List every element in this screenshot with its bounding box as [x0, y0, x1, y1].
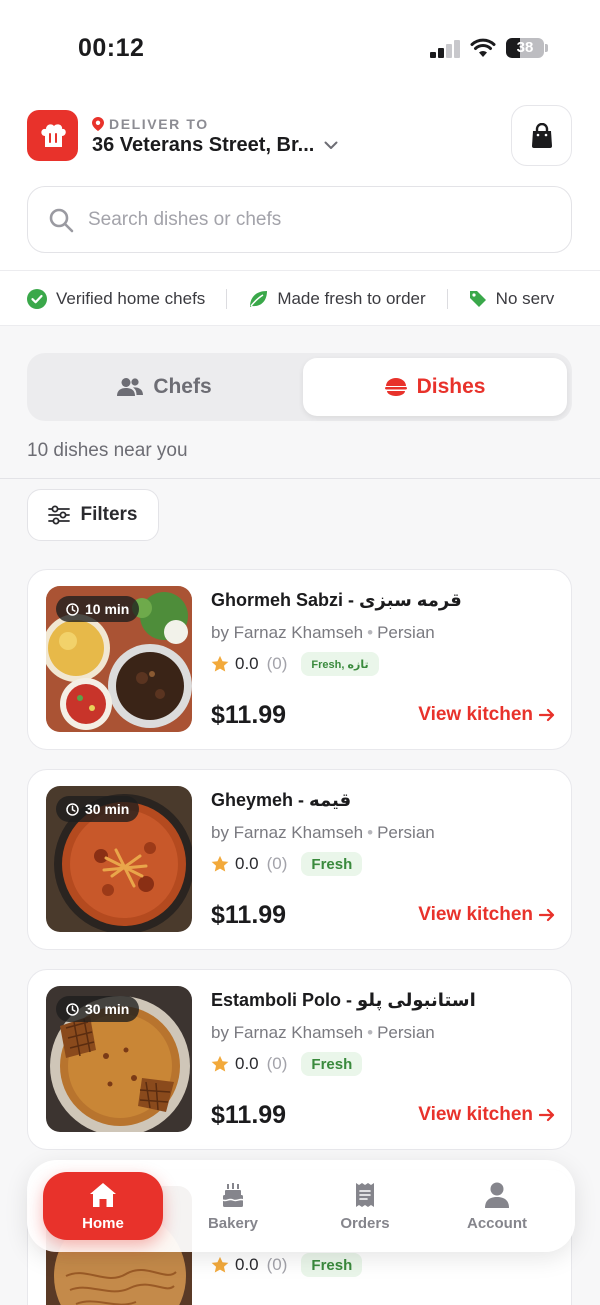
- clock-icon: [66, 602, 79, 616]
- nav-home[interactable]: Home: [43, 1172, 163, 1240]
- location-pin-icon: [92, 117, 104, 131]
- rating-value: 0.0: [235, 654, 259, 673]
- trust-badge-fresh: Made fresh to order: [248, 289, 426, 309]
- dish-name: Ghormeh Sabzi - قرمه سبزی: [211, 590, 462, 610]
- delivery-address: 36 Veterans Street, Br...: [92, 134, 315, 156]
- prep-time-badge: 30 min: [56, 996, 140, 1022]
- review-count: (0): [266, 854, 288, 873]
- bottom-navigation: Home Bakery Orders Account: [27, 1160, 575, 1252]
- chef-name: by Farnaz Khamseh: [211, 1023, 364, 1042]
- rating-row: 0.0 (0) Fresh, تازه: [211, 652, 379, 676]
- dish-card[interactable]: 30 min Estamboli Polo - استانبولی پلو by…: [27, 969, 572, 1150]
- rating-value: 0.0: [235, 1054, 259, 1073]
- cuisine: Persian: [377, 623, 435, 642]
- check-circle-icon: [27, 289, 47, 309]
- app-logo: [27, 110, 78, 161]
- cellular-signal-icon: [430, 40, 462, 58]
- leaf-icon: [250, 291, 268, 307]
- clock-icon: [66, 1002, 79, 1016]
- nav-bakery[interactable]: Bakery: [173, 1172, 293, 1240]
- star-icon: [211, 1256, 229, 1273]
- battery-level: 38: [516, 39, 534, 56]
- tab-dishes[interactable]: Dishes: [303, 358, 567, 416]
- person-icon: [485, 1182, 509, 1208]
- dish-price: $11.99: [211, 701, 287, 729]
- dish-price: $11.99: [211, 901, 287, 929]
- battery-icon: 38: [506, 38, 544, 58]
- fresh-badge: Fresh: [301, 1253, 363, 1277]
- nav-account[interactable]: Account: [437, 1172, 557, 1240]
- arrow-right-icon: [539, 1108, 555, 1122]
- dish-photo-estamboli-polo: 30 min: [46, 986, 192, 1132]
- star-icon: [211, 1055, 229, 1072]
- trust-badge-no-service-fee: No serv: [469, 289, 554, 309]
- home-icon: [90, 1182, 116, 1207]
- rating-value: 0.0: [235, 1255, 259, 1274]
- search-bar[interactable]: [27, 186, 572, 253]
- fresh-badge: Fresh: [301, 852, 363, 876]
- rating-row: 0.0 (0) Fresh: [211, 852, 363, 876]
- trust-badges-strip[interactable]: Verified home chefs Made fresh to order …: [0, 270, 600, 326]
- prep-time-badge: 30 min: [56, 796, 140, 822]
- prep-time-badge: 10 min: [56, 596, 140, 622]
- wifi-icon: [470, 38, 496, 57]
- cake-icon: [222, 1182, 244, 1207]
- star-icon: [211, 855, 229, 872]
- app-header: DELIVER TO 36 Veterans Street, Br...: [0, 96, 600, 270]
- cuisine: Persian: [377, 1023, 435, 1042]
- cuisine: Persian: [377, 823, 435, 842]
- filters-button[interactable]: Filters: [27, 489, 159, 541]
- nav-orders[interactable]: Orders: [305, 1172, 425, 1240]
- tab-chefs[interactable]: Chefs: [32, 358, 297, 416]
- deliver-to-label: DELIVER TO: [92, 116, 209, 132]
- dish-meta: by Farnaz Khamseh • Persian: [211, 823, 435, 842]
- delivery-address-selector[interactable]: 36 Veterans Street, Br...: [92, 134, 338, 157]
- receipt-icon: [356, 1182, 374, 1207]
- fresh-badge: Fresh, تازه: [301, 652, 379, 676]
- fresh-badge: Fresh: [301, 1052, 363, 1076]
- chefs-dishes-toggle: Chefs Dishes: [27, 353, 572, 421]
- dish-photo-gheymeh: 30 min: [46, 786, 192, 932]
- chef-name: by Farnaz Khamseh: [211, 823, 364, 842]
- star-icon: [211, 655, 229, 672]
- dish-name: Gheymeh - قیمه: [211, 790, 352, 810]
- cart-button[interactable]: [511, 105, 572, 166]
- dish-meta: by Farnaz Khamseh • Persian: [211, 1023, 435, 1042]
- dish-icon: [384, 378, 407, 396]
- clock-icon: [66, 802, 79, 816]
- rating-value: 0.0: [235, 854, 259, 873]
- review-count: (0): [266, 1054, 288, 1073]
- trust-badge-verified: Verified home chefs: [27, 289, 205, 309]
- shopping-bag-icon: [531, 122, 552, 148]
- dish-meta: by Farnaz Khamseh • Persian: [211, 623, 435, 642]
- view-kitchen-link[interactable]: View kitchen: [418, 904, 555, 926]
- people-icon: [117, 378, 144, 396]
- sliders-icon: [48, 505, 71, 525]
- chef-hat-icon: [40, 123, 66, 147]
- search-icon: [49, 208, 74, 232]
- search-input[interactable]: [88, 208, 528, 231]
- review-count: (0): [266, 654, 288, 673]
- dish-photo-ghormeh-sabzi: 10 min: [46, 586, 192, 732]
- dish-price: $11.99: [211, 1101, 287, 1129]
- dish-name: Estamboli Polo - استانبولی پلو: [211, 990, 476, 1010]
- status-time: 00:12: [78, 34, 145, 62]
- rating-row: 0.0 (0) Fresh: [211, 1052, 363, 1076]
- chevron-down-icon: [324, 141, 338, 149]
- tag-icon: [469, 291, 486, 307]
- rating-row: 0.0 (0) Fresh: [211, 1253, 363, 1277]
- arrow-right-icon: [539, 908, 555, 922]
- view-kitchen-link[interactable]: View kitchen: [418, 1104, 555, 1126]
- dish-card[interactable]: 10 min Ghormeh Sabzi - قرمه سبزی by Farn…: [27, 569, 572, 750]
- arrow-right-icon: [539, 708, 555, 722]
- chef-name: by Farnaz Khamseh: [211, 623, 364, 642]
- results-count: 10 dishes near you: [27, 440, 188, 461]
- view-kitchen-link[interactable]: View kitchen: [418, 704, 555, 726]
- status-bar: 00:12 38: [0, 0, 600, 96]
- dish-card[interactable]: 30 min Gheymeh - قیمه by Farnaz Khamseh •…: [27, 769, 572, 950]
- review-count: (0): [266, 1255, 288, 1274]
